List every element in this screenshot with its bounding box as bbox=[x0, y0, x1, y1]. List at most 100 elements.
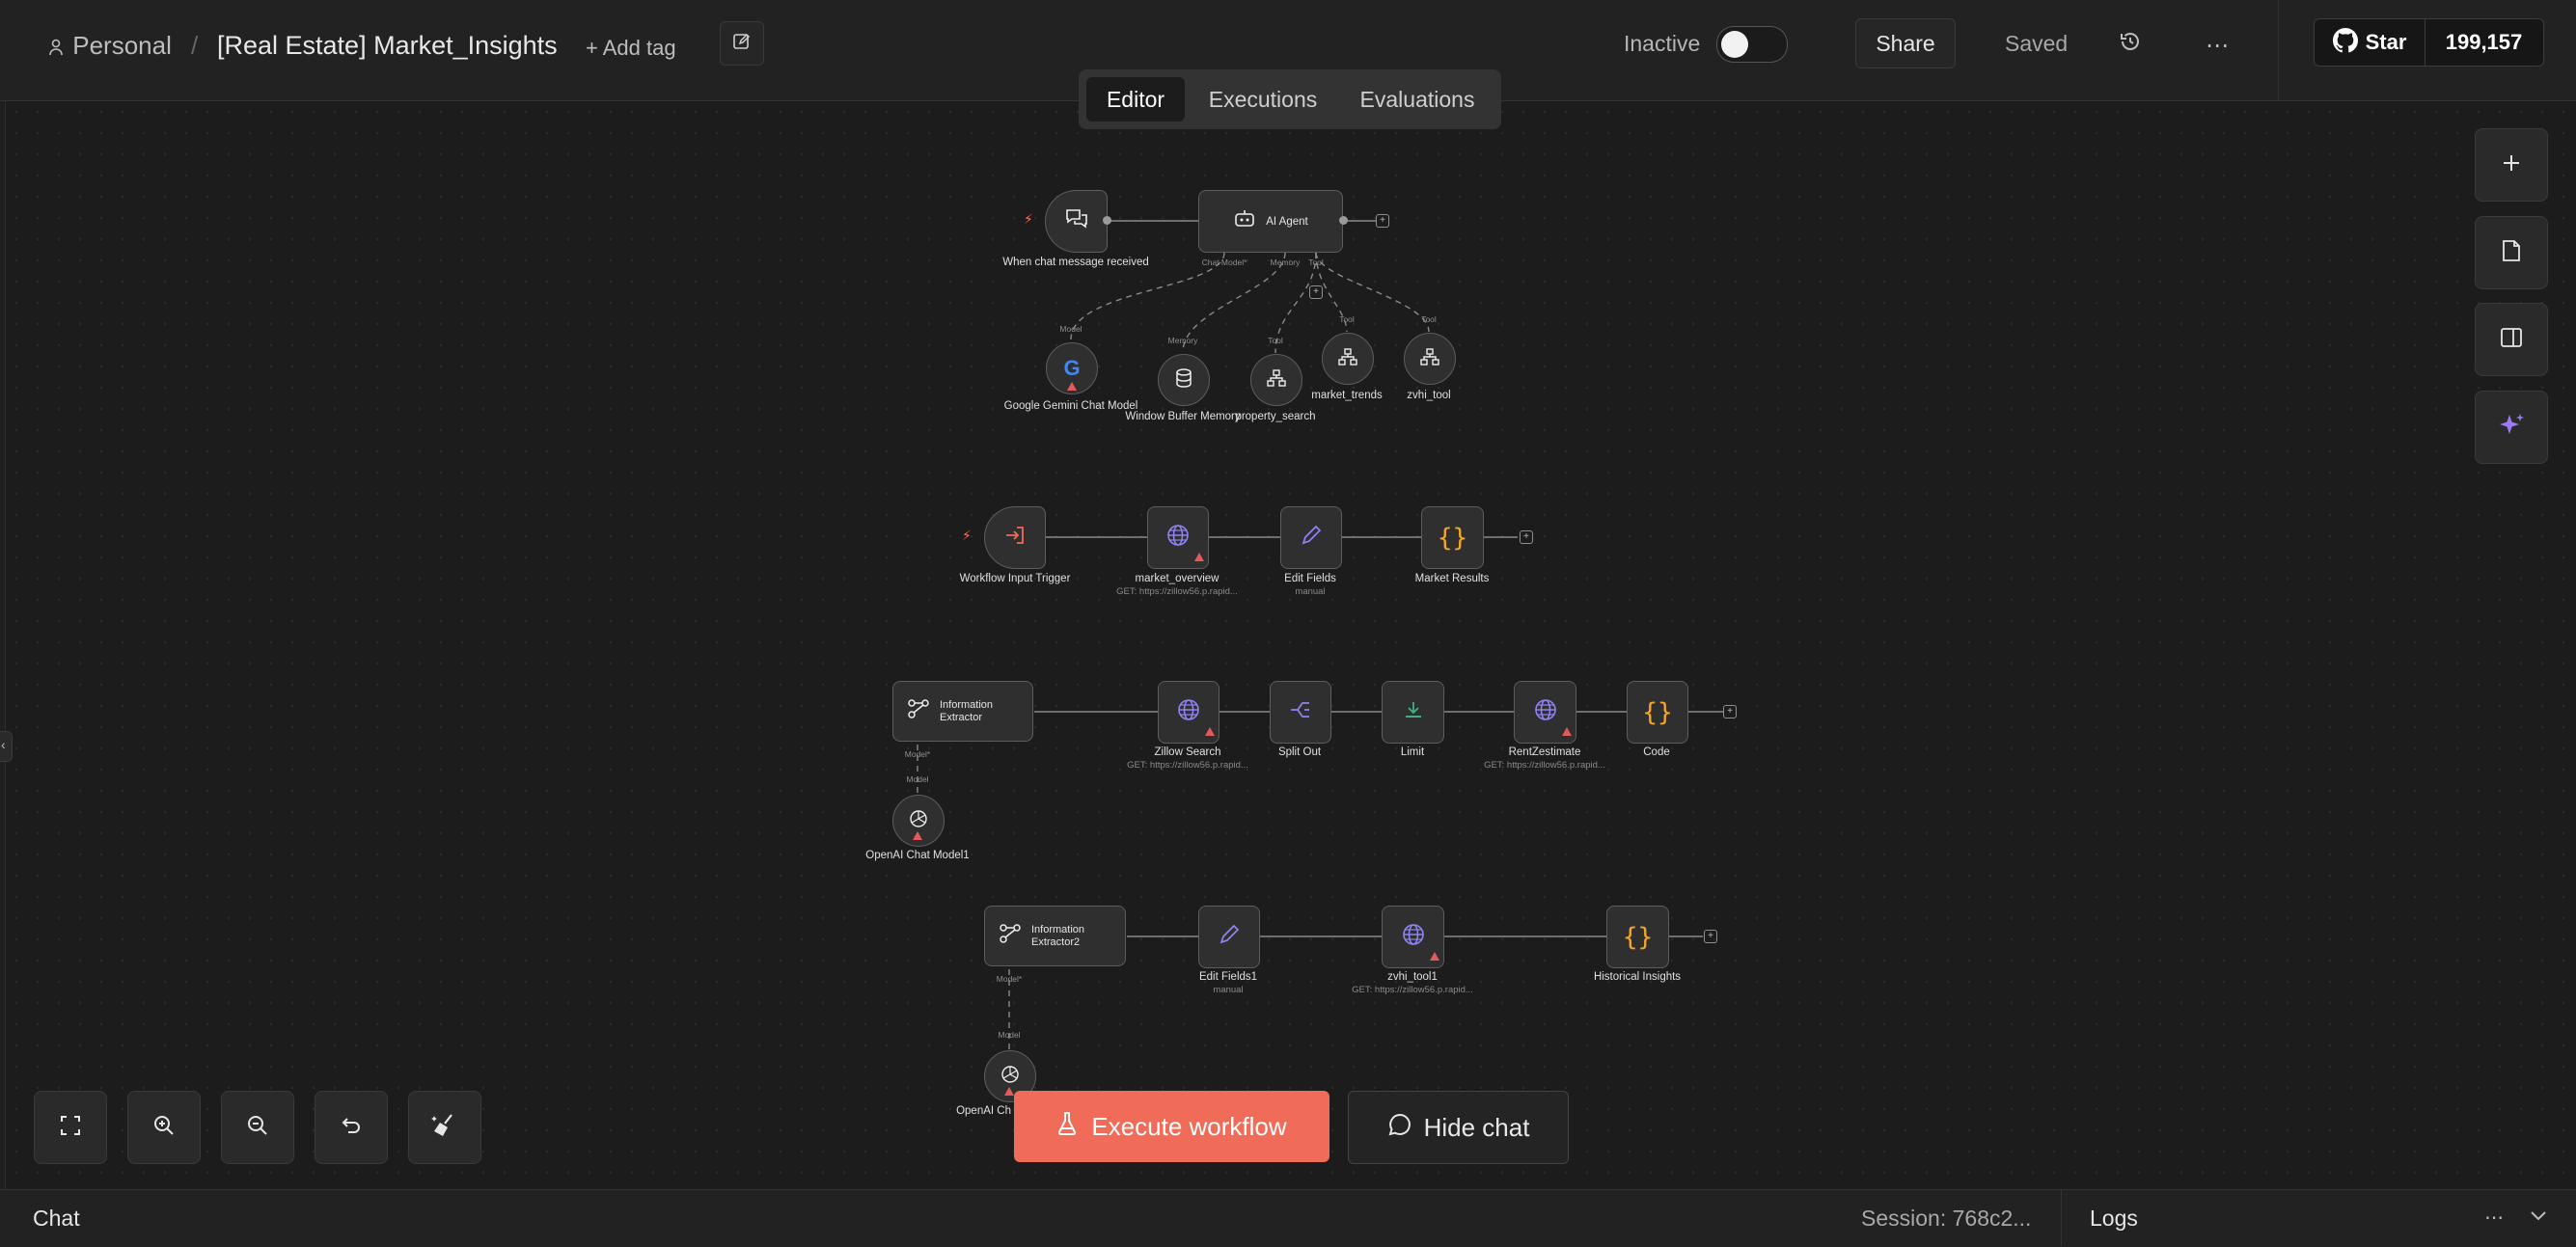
globe-icon bbox=[1176, 697, 1201, 727]
node-market-trends[interactable] bbox=[1322, 333, 1374, 385]
plus-icon bbox=[2501, 152, 2522, 178]
add-node-button[interactable] bbox=[2475, 128, 2548, 202]
tab-executions[interactable]: Executions bbox=[1191, 77, 1335, 122]
google-g-icon: G bbox=[1063, 356, 1081, 380]
node-information-extractor[interactable]: Information Extractor bbox=[892, 681, 1033, 742]
pencil-icon bbox=[1301, 525, 1322, 551]
output-port bbox=[1339, 216, 1348, 225]
node-workflow-input-trigger[interactable] bbox=[984, 506, 1046, 569]
zoom-out-button[interactable] bbox=[221, 1091, 294, 1164]
hide-chat-button[interactable]: Hide chat bbox=[1348, 1091, 1569, 1164]
add-sticky-note-button[interactable] bbox=[2475, 216, 2548, 289]
add-node-plus-icon[interactable]: + bbox=[1376, 214, 1389, 228]
label-tool: Tool bbox=[1421, 314, 1437, 324]
node-sub-zvhi-tool1: GET: https://zillow56.p.rapid... bbox=[1352, 985, 1473, 995]
flask-icon bbox=[1056, 1111, 1078, 1143]
chevron-down-icon[interactable] bbox=[2530, 1209, 2547, 1227]
panel-right-icon bbox=[2500, 327, 2523, 353]
add-tool-plus-icon[interactable]: + bbox=[1309, 285, 1323, 299]
node-sub-rentzestimate: GET: https://zillow56.p.rapid... bbox=[1484, 760, 1605, 771]
node-chat-trigger[interactable] bbox=[1045, 190, 1108, 253]
node-label-code: Code bbox=[1643, 746, 1670, 758]
warning-icon bbox=[913, 831, 922, 840]
connections-layer bbox=[917, 220, 1723, 1071]
label-memory: Memory bbox=[1167, 336, 1198, 345]
chat-panel-title[interactable]: Chat bbox=[33, 1206, 80, 1232]
fullscreen-icon bbox=[59, 1114, 82, 1142]
tab-editor[interactable]: Editor bbox=[1086, 77, 1185, 122]
robot-icon bbox=[1233, 209, 1256, 233]
info-extractor-label: Information Extractor bbox=[940, 698, 994, 723]
code-braces-icon: {} bbox=[1642, 697, 1673, 727]
add-node-plus-icon[interactable]: + bbox=[1704, 930, 1717, 943]
node-split-out[interactable] bbox=[1270, 681, 1331, 744]
code-braces-icon: {} bbox=[1622, 922, 1654, 952]
pencil-icon bbox=[1219, 924, 1240, 950]
sitemap-icon bbox=[1420, 347, 1439, 370]
zoom-out-icon bbox=[246, 1114, 269, 1142]
execute-label: Execute workflow bbox=[1091, 1111, 1287, 1141]
node-label-zvhi-tool: zvhi_tool bbox=[1407, 390, 1451, 401]
label-model: Model bbox=[998, 1030, 1021, 1040]
tidy-up-button[interactable] bbox=[408, 1091, 481, 1164]
label-tool: Tool bbox=[1339, 314, 1355, 324]
node-window-buffer-memory[interactable] bbox=[1158, 354, 1210, 406]
globe-icon bbox=[1165, 523, 1191, 553]
tab-evaluations[interactable]: Evaluations bbox=[1341, 77, 1494, 122]
node-market-results[interactable]: {} bbox=[1421, 506, 1484, 569]
sitemap-icon bbox=[1338, 347, 1357, 370]
collapse-sidebar-button[interactable]: ‹ bbox=[0, 731, 13, 762]
sparkles-icon bbox=[2497, 411, 2526, 445]
split-arrows-icon bbox=[1289, 699, 1312, 725]
ai-assistant-button[interactable] bbox=[2475, 391, 2548, 464]
node-historical-insights[interactable]: {} bbox=[1606, 906, 1669, 968]
hide-chat-label: Hide chat bbox=[1423, 1112, 1530, 1142]
logs-panel-title[interactable]: Logs bbox=[2090, 1206, 2138, 1232]
sign-in-icon bbox=[1004, 525, 1026, 551]
warning-icon bbox=[1004, 1087, 1014, 1096]
node-code[interactable]: {} bbox=[1627, 681, 1688, 744]
bottom-panel bbox=[0, 1189, 2576, 1247]
zoom-in-icon bbox=[152, 1114, 176, 1142]
node-label-workflow-trigger: Workflow Input Trigger bbox=[959, 573, 1071, 584]
openai-icon bbox=[908, 808, 929, 834]
node-label-historical: Historical Insights bbox=[1593, 971, 1682, 983]
limit-download-icon bbox=[1403, 699, 1424, 725]
warning-icon bbox=[1194, 553, 1204, 561]
broom-icon bbox=[431, 1112, 458, 1144]
node-information-extractor2[interactable]: Information Extractor2 bbox=[984, 906, 1126, 966]
fit-view-button[interactable] bbox=[34, 1091, 107, 1164]
warning-icon bbox=[1067, 382, 1077, 391]
label-model: Model bbox=[1059, 324, 1082, 334]
logs-more-icon[interactable]: ⋯ bbox=[2484, 1206, 2504, 1230]
node-limit[interactable] bbox=[1382, 681, 1444, 744]
zoom-in-button[interactable] bbox=[127, 1091, 201, 1164]
globe-icon bbox=[1401, 922, 1426, 952]
node-edit-fields[interactable] bbox=[1280, 506, 1342, 569]
sticky-note-icon bbox=[2501, 239, 2522, 267]
node-zvhi-tool[interactable] bbox=[1404, 333, 1456, 385]
node-ai-agent[interactable]: AI Agent bbox=[1198, 190, 1343, 253]
view-tabs: Editor Executions Evaluations bbox=[1079, 69, 1501, 129]
node-edit-fields1[interactable] bbox=[1198, 906, 1260, 968]
warning-icon bbox=[1562, 727, 1572, 736]
output-port bbox=[1103, 216, 1111, 225]
logs-divider bbox=[2061, 1189, 2062, 1246]
label-model: Model bbox=[906, 774, 929, 784]
warning-icon bbox=[1205, 727, 1215, 736]
session-id: Session: 768c2... bbox=[1861, 1206, 2032, 1231]
trigger-bolt-icon: ⚡ bbox=[1024, 211, 1033, 227]
chevron-left-icon: ‹ bbox=[1, 737, 6, 752]
node-label-edit-fields1: Edit Fields1 bbox=[1198, 971, 1258, 983]
add-node-plus-icon[interactable]: + bbox=[1723, 705, 1737, 718]
chat-bubbles-icon bbox=[1064, 207, 1089, 235]
port-tool: Tool bbox=[1308, 258, 1324, 267]
execute-workflow-button[interactable]: Execute workflow bbox=[1014, 1091, 1329, 1162]
toggle-panel-button[interactable] bbox=[2475, 303, 2548, 376]
ai-agent-label: AI Agent bbox=[1266, 215, 1308, 228]
info-extractor2-label: Information Extractor2 bbox=[1031, 923, 1085, 948]
port-model-star: Model* bbox=[996, 974, 1023, 984]
node-label-openai1: OpenAI Chat Model1 bbox=[865, 850, 970, 861]
add-node-plus-icon[interactable]: + bbox=[1520, 530, 1533, 544]
undo-button[interactable] bbox=[315, 1091, 388, 1164]
